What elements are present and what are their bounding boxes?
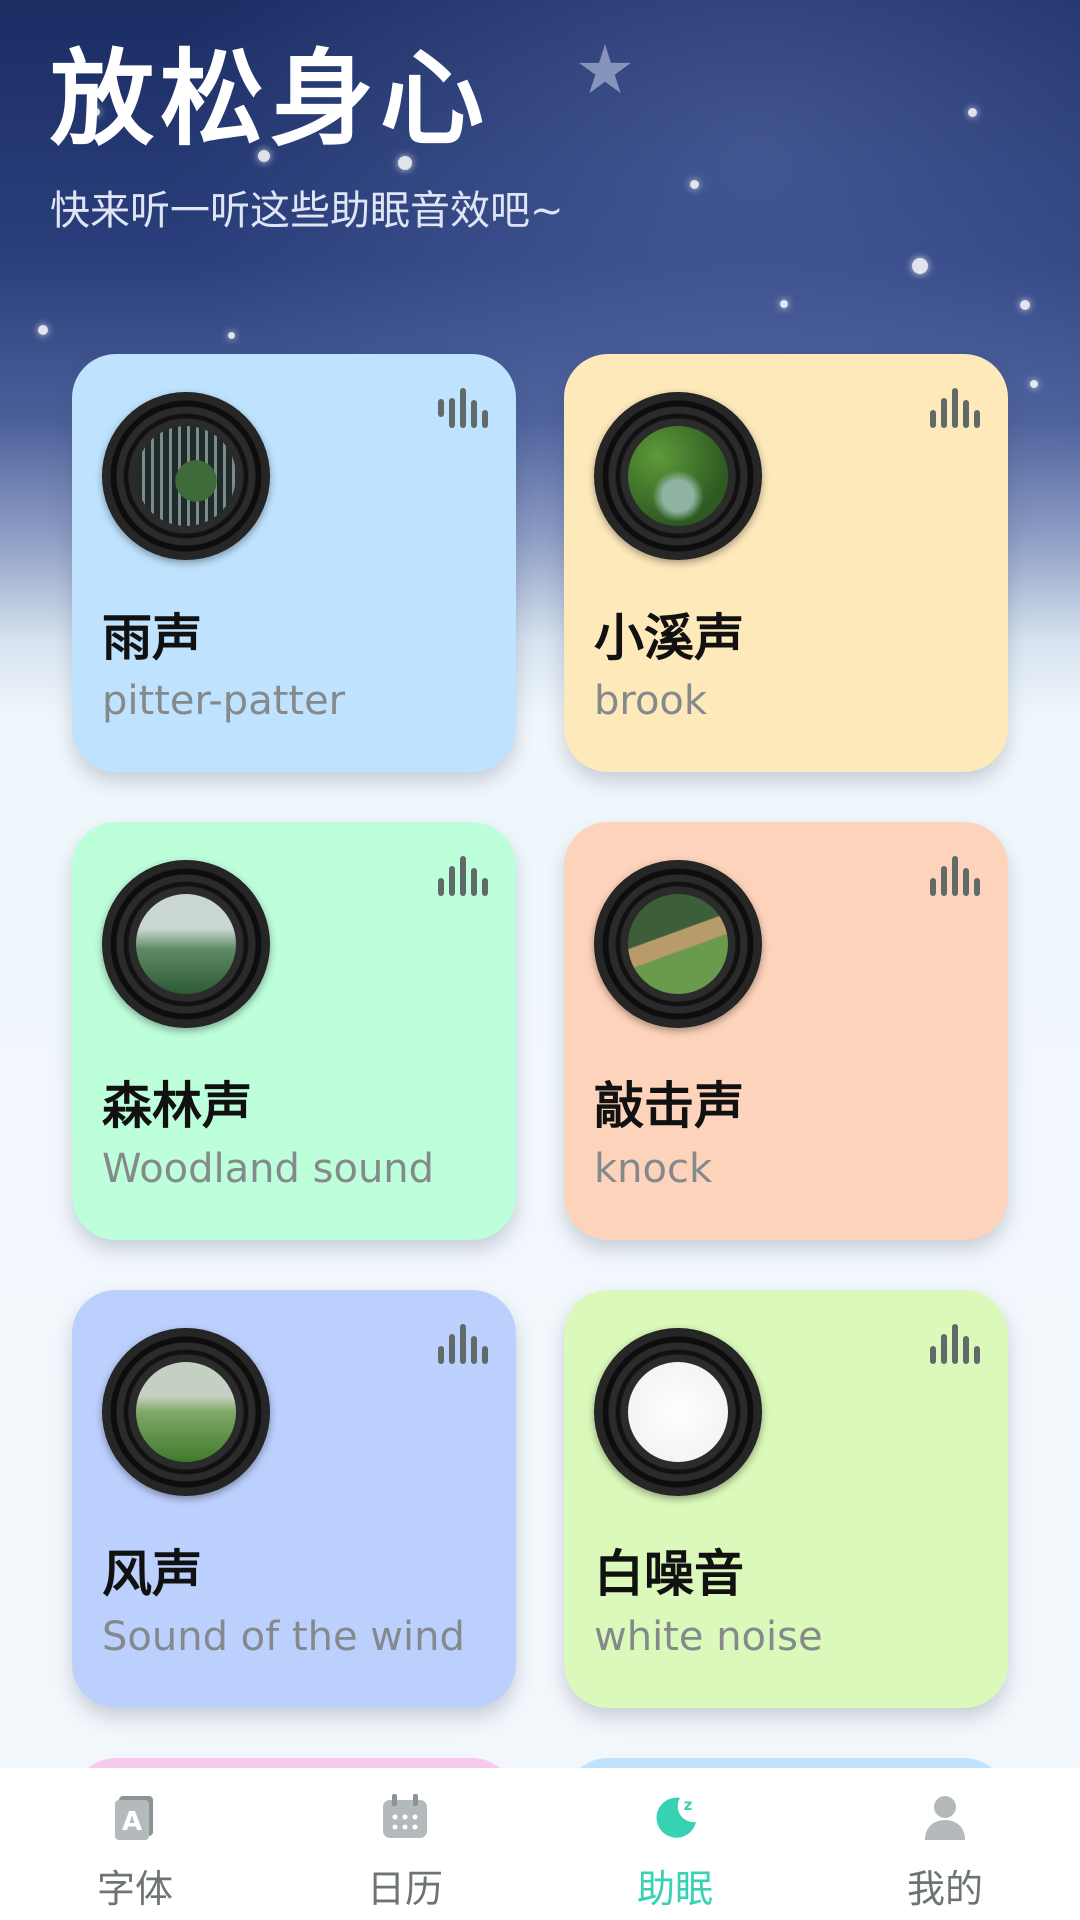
tab-profile[interactable]: 我的 [810, 1768, 1080, 1920]
forest-stream-thumbnail [628, 426, 728, 526]
sound-wave-icon [438, 856, 490, 896]
bamboo-fountain-thumbnail [628, 894, 728, 994]
svg-text:z: z [684, 1796, 693, 1814]
sound-name: 风声 [102, 1545, 202, 1603]
white-noise-thumbnail [628, 1362, 728, 1462]
sound-subtitle: white noise [594, 1614, 823, 1660]
bottom-tab-bar: A 字体 日历 z 助眠 我的 [0, 1768, 1080, 1920]
tab-label: 日历 [366, 1867, 443, 1911]
sound-wave-icon [438, 388, 490, 428]
font-icon: A [115, 1796, 153, 1840]
sound-name: 敲击声 [594, 1077, 744, 1135]
sound-name: 白噪音 [594, 1545, 744, 1603]
windy-grassland-thumbnail [136, 1362, 236, 1462]
sound-subtitle: Sound of the wind [102, 1614, 465, 1660]
sound-wave-icon [930, 856, 982, 896]
calendar-icon [383, 1794, 427, 1838]
svg-text:A: A [122, 1807, 142, 1837]
vinyl-record-icon [102, 860, 270, 1028]
sound-subtitle: knock [594, 1146, 713, 1192]
sound-name: 森林声 [102, 1077, 252, 1135]
sound-card-wind[interactable]: 风声 Sound of the wind [72, 1290, 516, 1708]
tab-calendar[interactable]: 日历 [270, 1768, 540, 1920]
sound-wave-icon [930, 388, 982, 428]
sound-name: 雨声 [102, 609, 202, 667]
sound-wave-icon [930, 1324, 982, 1364]
sound-card-brook[interactable]: 小溪声 brook [564, 354, 1008, 772]
tab-sleep[interactable]: z 助眠 [540, 1768, 810, 1920]
misty-forest-thumbnail [136, 894, 236, 994]
tab-label: 助眠 [636, 1867, 713, 1911]
tab-label: 我的 [906, 1867, 983, 1911]
tab-label: 字体 [96, 1867, 173, 1911]
page-title: 放松身心 [50, 38, 491, 160]
sound-card-rain[interactable]: 雨声 pitter-patter [72, 354, 516, 772]
tab-font[interactable]: A 字体 [0, 1768, 270, 1920]
sound-subtitle: pitter-patter [102, 678, 346, 724]
sound-name: 小溪声 [594, 609, 744, 667]
vinyl-record-icon [594, 1328, 762, 1496]
sound-card-white-noise[interactable]: 白噪音 white noise [564, 1290, 1008, 1708]
page-subtitle: 快来听一听这些助眠音效吧~ [50, 188, 564, 234]
profile-icon [925, 1796, 965, 1840]
rainy-window-thumbnail [136, 426, 236, 526]
sleep-moon-icon: z [656, 1796, 696, 1838]
sound-wave-icon [438, 1324, 490, 1364]
vinyl-record-icon [102, 392, 270, 560]
vinyl-record-icon [594, 392, 762, 560]
vinyl-record-icon [102, 1328, 270, 1496]
sound-card-knock[interactable]: 敲击声 knock [564, 822, 1008, 1240]
sound-subtitle: Woodland sound [102, 1146, 435, 1192]
sound-subtitle: brook [594, 678, 708, 724]
star-decoration [579, 44, 631, 94]
vinyl-record-icon [594, 860, 762, 1028]
sound-card-woodland[interactable]: 森林声 Woodland sound [72, 822, 516, 1240]
